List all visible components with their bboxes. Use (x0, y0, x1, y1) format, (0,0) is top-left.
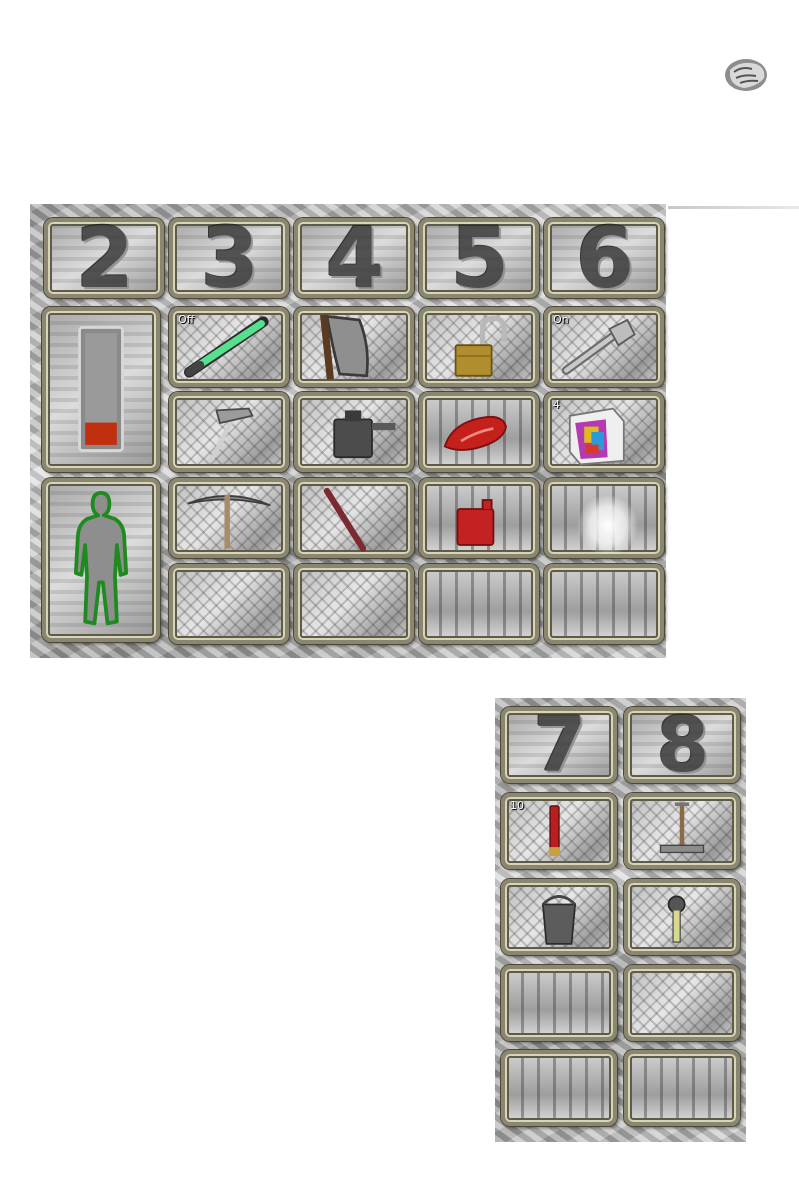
hotbar-slot-5[interactable]: 5 (419, 218, 539, 298)
fuel-can-icon (456, 499, 495, 546)
hotbar-slot-6[interactable]: 6 (544, 218, 664, 298)
shovel-slot[interactable] (624, 793, 740, 869)
flashlight-slot[interactable]: On (544, 307, 664, 387)
wrench-slot[interactable] (624, 879, 740, 955)
top-divider (668, 206, 799, 209)
padlock-icon (454, 315, 507, 377)
pickaxe-slot[interactable] (169, 478, 289, 558)
pickaxe-icon (187, 494, 271, 549)
hotbar-number: 5 (450, 218, 509, 298)
raw-meat-icon (443, 415, 507, 451)
hotbar-slot-8[interactable]: 8 (624, 707, 740, 783)
bucket-slot[interactable] (501, 879, 617, 955)
inventory-panel: 2 3 4 5 6 Off On 4 (30, 204, 666, 658)
empty-slot[interactable] (501, 965, 617, 1041)
flashlight-icon (561, 318, 636, 375)
empty-slot[interactable] (419, 564, 539, 644)
hammer-icon (209, 407, 254, 462)
crowbar-slot[interactable] (294, 478, 414, 558)
glowstick-slot[interactable]: Off (169, 307, 289, 387)
character-portrait-icon (725, 59, 767, 91)
empty-slot[interactable] (544, 564, 664, 644)
empty-slot[interactable] (624, 965, 740, 1041)
battery-icon (78, 326, 124, 452)
glowstick-icon (184, 316, 269, 378)
shotgun-shells-icon (549, 805, 560, 857)
crowbar-icon (323, 487, 367, 552)
light-orb-icon (577, 494, 639, 554)
body-status-slot (42, 478, 160, 642)
empty-slot[interactable] (501, 1050, 617, 1126)
hatchet-icon (320, 314, 369, 380)
bucket-icon (541, 895, 577, 945)
battery-slot (42, 307, 160, 472)
side-inventory-panel: 7 8 10 (495, 698, 746, 1142)
shovel-icon (659, 802, 705, 854)
empty-slot[interactable] (294, 564, 414, 644)
padlock-slot[interactable] (419, 307, 539, 387)
hammer-slot[interactable] (169, 392, 289, 472)
hotbar-slot-7[interactable]: 7 (501, 707, 617, 783)
hotbar-number: 3 (200, 218, 259, 298)
lantern-slot[interactable] (294, 392, 414, 472)
hotbar-number: 4 (325, 218, 384, 298)
battery-level-fill (85, 422, 117, 445)
raw-meat-slot[interactable] (419, 392, 539, 472)
body-silhouette-icon (73, 491, 129, 626)
empty-slot[interactable] (624, 1050, 740, 1126)
fuel-can-slot[interactable] (419, 478, 539, 558)
shells-slot[interactable]: 10 (501, 793, 617, 869)
light-orb-slot[interactable] (544, 478, 664, 558)
empty-slot[interactable] (169, 564, 289, 644)
hatchet-slot[interactable] (294, 307, 414, 387)
hotbar-slot-4[interactable]: 4 (294, 218, 414, 298)
hotbar-number: 7 (533, 707, 587, 783)
hotbar-slot-2[interactable]: 2 (44, 218, 164, 298)
hotbar-number: 2 (75, 218, 134, 298)
wrench-icon (667, 895, 686, 943)
ammo-box-icon (568, 407, 625, 466)
ammo-box-slot[interactable]: 4 (544, 392, 664, 472)
hotbar-number: 8 (656, 707, 710, 783)
hotbar-slot-3[interactable]: 3 (169, 218, 289, 298)
hotbar-number: 6 (575, 218, 634, 298)
lantern-icon (333, 410, 396, 459)
